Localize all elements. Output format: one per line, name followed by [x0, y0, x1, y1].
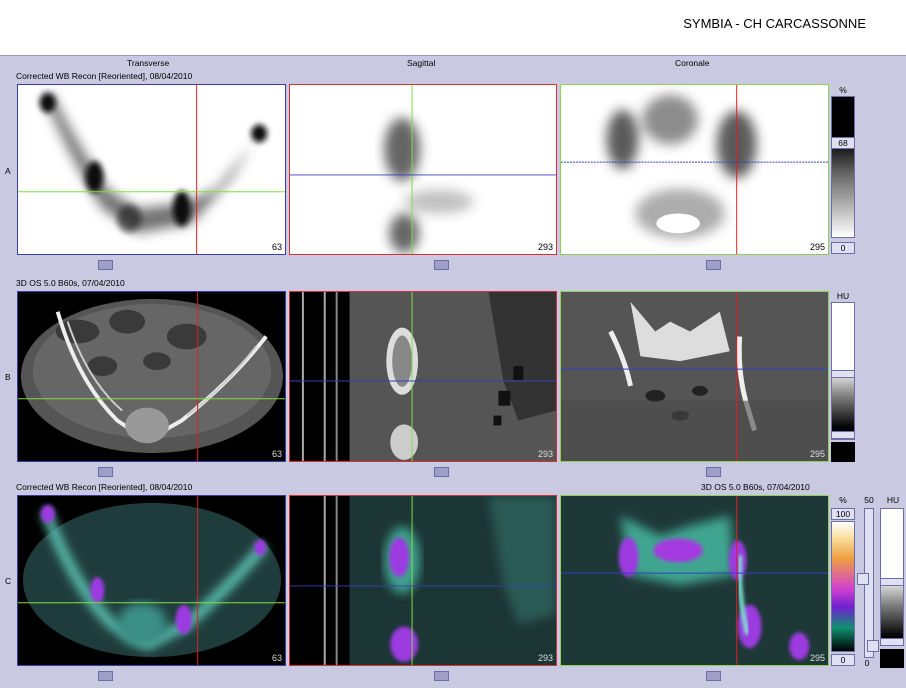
slice-number: 295 [809, 449, 825, 459]
colorbar-min-value[interactable]: 0 [831, 242, 855, 254]
ct-window-bottom-handle[interactable] [880, 638, 904, 646]
slice-number: 63 [271, 653, 282, 663]
fusion-blend-bottom-label: 0 [864, 658, 870, 668]
slice-slider-transverse[interactable] [98, 260, 113, 270]
slice-number: 295 [809, 242, 825, 252]
colorbar-max-value[interactable]: 68 [831, 137, 855, 149]
slice-number: 63 [271, 242, 282, 252]
row-c-letter: C [5, 576, 12, 586]
viewport-pet-coronal[interactable]: 295 [560, 84, 829, 255]
viewer-app: SYMBIA - CH CARCASSONNE Transverse Sagit… [0, 0, 906, 688]
fusion-blend-handle-right[interactable] [867, 640, 879, 652]
slice-number: 63 [271, 449, 282, 459]
row-a-letter: A [5, 166, 11, 176]
viewport-pet-transverse[interactable]: 63 [17, 84, 286, 255]
hu-colorbar-base [831, 442, 855, 462]
hu-window-top-handle[interactable] [831, 370, 855, 378]
hu-window-bottom-handle[interactable] [831, 431, 855, 439]
ct-colorbar-unit: HU [886, 495, 900, 505]
slice-slider-sagittal[interactable] [434, 467, 449, 477]
header-bar: SYMBIA - CH CARCASSONNE [0, 0, 906, 56]
row-a-caption: Corrected WB Recon [Reoriented], 08/04/2… [16, 71, 193, 81]
fusion-blend-top-label: 50 [864, 495, 874, 505]
viewport-fusion-sagittal[interactable]: 293 [289, 495, 557, 666]
row-b-letter: B [5, 372, 11, 382]
row-c-caption-ct: 3D OS 5.0 B60s, 07/04/2010 [701, 482, 810, 492]
slice-number: 293 [537, 449, 553, 459]
ct-window-top-handle[interactable] [880, 578, 904, 586]
institution-title: SYMBIA - CH CARCASSONNE [683, 16, 866, 31]
viewport-ct-sagittal[interactable]: 293 [289, 291, 557, 462]
slice-slider-sagittal[interactable] [434, 671, 449, 681]
slice-slider-coronal[interactable] [706, 467, 721, 477]
pet-colorbar-max-value[interactable]: 100 [831, 508, 855, 520]
col-label-coronal: Coronale [675, 58, 710, 68]
viewport-ct-transverse[interactable]: 63 [17, 291, 286, 462]
col-label-transverse: Transverse [127, 58, 170, 68]
slice-slider-transverse[interactable] [98, 467, 113, 477]
pet-colorbar-unit: % [839, 495, 847, 505]
viewport-fusion-transverse[interactable]: 63 [17, 495, 286, 666]
slice-slider-sagittal[interactable] [434, 260, 449, 270]
slice-number: 293 [537, 653, 553, 663]
col-label-sagittal: Sagittal [407, 58, 436, 68]
row-c-caption-pet: Corrected WB Recon [Reoriented], 08/04/2… [16, 482, 193, 492]
slice-slider-transverse[interactable] [98, 671, 113, 681]
colorbar-unit: HU [836, 291, 850, 301]
pet-colorbar[interactable] [831, 521, 855, 652]
viewport-fusion-coronal[interactable]: 295 [560, 495, 829, 666]
slice-slider-coronal[interactable] [706, 671, 721, 681]
viewport-ct-coronal[interactable]: 295 [560, 291, 829, 462]
colorbar-unit: % [839, 85, 847, 95]
row-b-caption: 3D OS 5.0 B60s, 07/04/2010 [16, 278, 125, 288]
ct-colorbar-base [880, 649, 904, 668]
ct-colorbar[interactable] [880, 508, 904, 646]
slice-number: 295 [809, 653, 825, 663]
fusion-blend-handle-left[interactable] [857, 573, 869, 585]
grayscale-colorbar[interactable] [831, 96, 855, 238]
viewport-pet-sagittal[interactable]: 293 [289, 84, 557, 255]
slice-slider-coronal[interactable] [706, 260, 721, 270]
slice-number: 293 [537, 242, 553, 252]
pet-colorbar-min-value[interactable]: 0 [831, 654, 855, 666]
